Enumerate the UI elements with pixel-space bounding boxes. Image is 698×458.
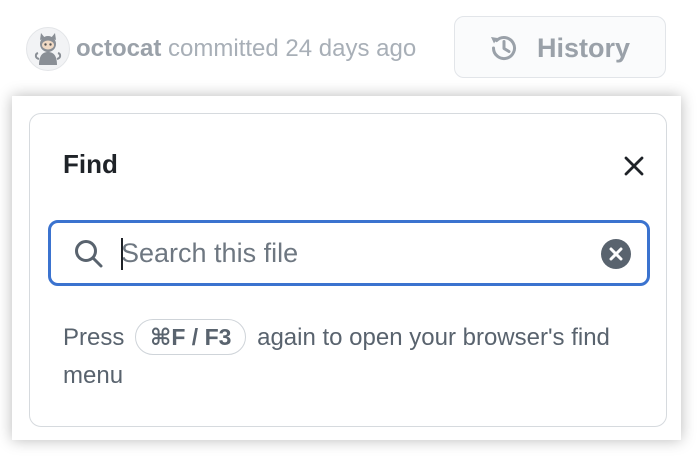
history-icon — [491, 36, 516, 61]
close-button[interactable] — [620, 152, 648, 180]
close-icon — [624, 156, 644, 176]
dialog-title: Find — [63, 149, 118, 179]
commit-action: committed — [168, 35, 279, 62]
clear-icon — [601, 239, 631, 269]
hint-prefix: Press — [63, 324, 125, 351]
commit-time: 24 days ago — [285, 35, 417, 62]
octocat-avatar-icon — [34, 33, 62, 65]
commit-author-link[interactable]: octocat — [76, 35, 161, 62]
clear-search-button[interactable] — [600, 238, 632, 270]
avatar[interactable] — [26, 27, 70, 71]
history-button-label: History — [537, 33, 631, 63]
commit-summary: octocat committed 24 days ago — [76, 34, 416, 64]
find-dialog: Find Press ⌘F / F3 again to ope — [29, 113, 667, 427]
find-hint: Press ⌘F / F3 again to open your browser… — [63, 319, 623, 395]
text-caret — [121, 238, 123, 270]
page: octocat committed 24 days ago History Fi… — [0, 0, 698, 458]
commit-row: octocat committed 24 days ago History — [0, 0, 698, 96]
search-field[interactable] — [48, 220, 650, 286]
keyboard-shortcut: ⌘F / F3 — [135, 319, 247, 356]
search-icon — [75, 240, 103, 268]
search-input[interactable] — [121, 233, 591, 273]
history-button[interactable]: History — [454, 16, 666, 78]
